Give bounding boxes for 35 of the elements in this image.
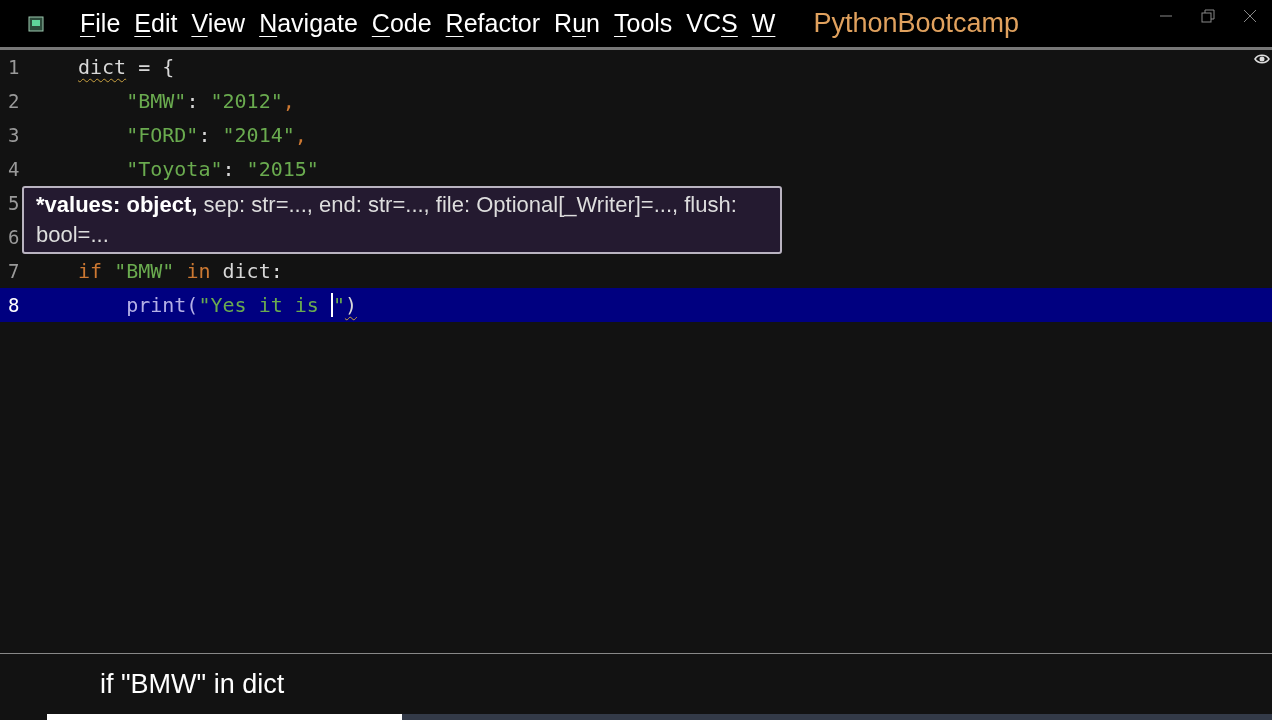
- app-icon[interactable]: [28, 15, 44, 32]
- menu-item[interactable]: Navigate: [257, 9, 360, 38]
- line-number: 7: [8, 260, 20, 282]
- menu-item[interactable]: Refactor: [443, 9, 543, 38]
- line-number: 2: [8, 90, 20, 112]
- line-number: 4: [8, 158, 20, 180]
- subtitle-text: if "BMW" in dict: [100, 668, 285, 700]
- project-name: PythonBootcamp: [813, 8, 1019, 39]
- menu-item[interactable]: View: [189, 9, 248, 38]
- close-button[interactable]: [1242, 8, 1258, 24]
- line-number: 8: [8, 294, 20, 316]
- line-number: 3: [8, 124, 20, 146]
- menu-item[interactable]: File: [78, 9, 123, 38]
- code-line: "FORD": "2014",: [125, 123, 307, 147]
- restore-icon: [1200, 8, 1216, 24]
- code-line: "BMW": "2012",: [125, 89, 295, 113]
- restore-button[interactable]: [1200, 8, 1216, 24]
- close-icon: [1242, 8, 1258, 24]
- line-number: 5: [8, 192, 20, 214]
- menu-item[interactable]: Tools: [612, 9, 675, 38]
- parameter-info-tooltip: *values: object, sep: str=..., end: str=..., file: Optional[_Writer]=..., flush: bool=...: [22, 186, 782, 254]
- minimize-icon: [1160, 15, 1172, 17]
- code-line: dict = {: [78, 55, 175, 79]
- code-line: if "BMW" in dict:: [78, 259, 283, 283]
- code-line: "Toyota": "2015": [125, 157, 319, 181]
- code-line: print("Yes it is "): [125, 293, 357, 317]
- video-progress-bar[interactable]: [47, 714, 1272, 720]
- menu-item[interactable]: Code: [369, 9, 434, 38]
- menu-item[interactable]: VCS: [684, 9, 740, 38]
- eye-icon[interactable]: [1254, 52, 1270, 66]
- menu-item[interactable]: Run: [552, 9, 602, 38]
- line-number: 1: [8, 56, 20, 78]
- menu-item[interactable]: Edit: [132, 9, 180, 38]
- line-number: 6: [8, 226, 20, 248]
- menu-item[interactable]: W: [749, 9, 778, 38]
